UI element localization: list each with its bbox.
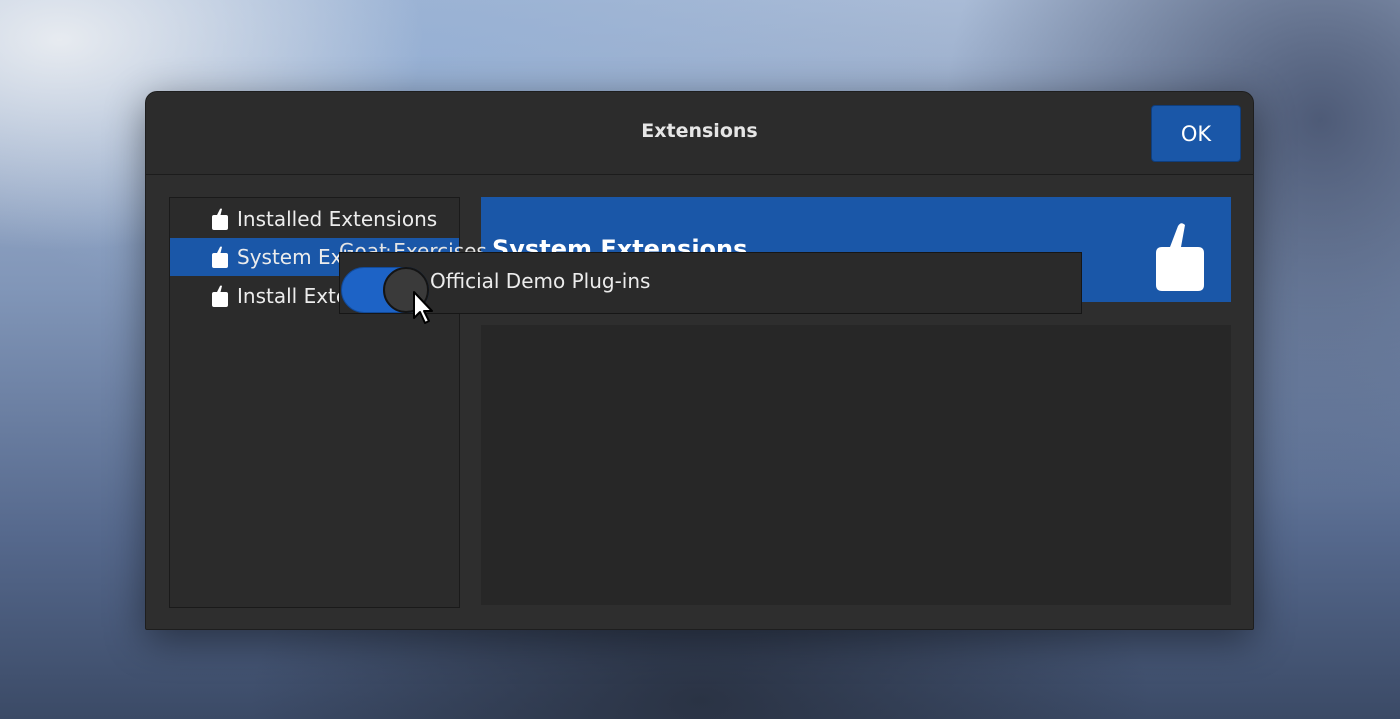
extensions-group-area xyxy=(481,325,1231,605)
extension-icon xyxy=(212,285,228,307)
sidebar-item-label: Installed Extensions xyxy=(237,207,438,231)
toggle-label: Official Demo Plug-ins xyxy=(430,269,651,293)
extension-icon xyxy=(1156,223,1204,291)
dialog-titlebar: Extensions OK xyxy=(146,92,1253,175)
mouse-pointer-icon xyxy=(413,291,433,324)
dialog-title: Extensions xyxy=(641,120,758,142)
extension-icon xyxy=(212,208,228,230)
extension-icon xyxy=(212,246,228,268)
ok-button[interactable]: OK xyxy=(1151,105,1241,162)
sidebar-item-installed-extensions[interactable]: Installed Extensions xyxy=(170,200,459,238)
extensions-dialog: Extensions OK Installed Extensions Syste… xyxy=(145,91,1254,630)
